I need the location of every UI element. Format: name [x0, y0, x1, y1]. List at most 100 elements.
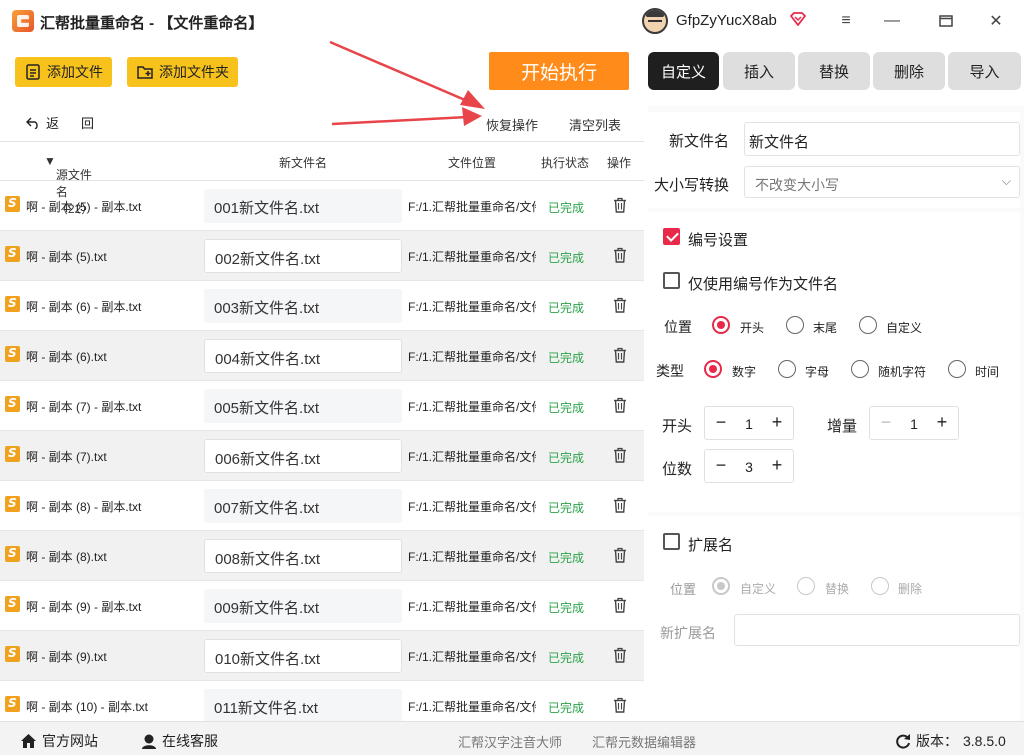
ext-position-custom-radio[interactable] — [712, 577, 730, 595]
type-time-radio[interactable] — [948, 360, 966, 378]
maximize-icon[interactable] — [934, 10, 958, 32]
extension-checkbox[interactable] — [663, 533, 680, 550]
source-filename: 啊 - 副本 (8) - 副本.txt — [26, 500, 142, 514]
tab-insert[interactable]: 插入 — [723, 52, 795, 90]
increment-stepper[interactable]: − 1 + — [869, 406, 959, 440]
back-button[interactable]: 返 回 — [26, 113, 94, 132]
trash-icon[interactable] — [613, 397, 627, 413]
new-filename-field[interactable]: 008新文件名.txt — [204, 539, 402, 573]
table-row[interactable]: 啊 - 副本 (9).txt 010新文件名.txt F:/1.汇帮批量重命名/文件… — [0, 631, 644, 681]
vip-diamond-icon[interactable] — [790, 12, 806, 26]
new-filename-field[interactable]: 005新文件名.txt — [204, 389, 402, 423]
type-number-radio[interactable] — [704, 360, 722, 378]
trash-icon[interactable] — [613, 297, 627, 313]
table-row[interactable]: 啊 - 副本 (5) - 副本.txt 001新文件名.txt F:/1.汇帮批量重… — [0, 181, 644, 231]
table-row[interactable]: 啊 - 副本 (8).txt 008新文件名.txt F:/1.汇帮批量重命名/文件… — [0, 531, 644, 581]
pinyin-tool-link[interactable]: 汇帮汉字注音大师 — [458, 732, 562, 751]
table-row[interactable]: 啊 - 副本 (9) - 副本.txt 009新文件名.txt F:/1.汇帮批量重… — [0, 581, 644, 631]
only-number-checkbox[interactable] — [663, 272, 680, 289]
digits-label: 位数 — [662, 461, 693, 478]
type-random-radio[interactable] — [851, 360, 869, 378]
trash-icon[interactable] — [613, 197, 627, 213]
digits-stepper[interactable]: − 3 + — [704, 449, 794, 483]
increment-icon[interactable]: + — [767, 455, 787, 476]
new-filename-field[interactable]: 003新文件名.txt — [204, 289, 402, 323]
increment-icon[interactable]: + — [767, 412, 787, 433]
tab-custom[interactable]: 自定义 — [648, 52, 719, 90]
trash-icon[interactable] — [613, 347, 627, 363]
table-row[interactable]: 啊 - 副本 (5).txt 002新文件名.txt F:/1.汇帮批量重命名/文件… — [0, 231, 644, 281]
clear-list-button[interactable]: 清空列表 — [569, 115, 621, 134]
table-row[interactable]: 啊 - 副本 (7).txt 006新文件名.txt F:/1.汇帮批量重命名/文件… — [0, 431, 644, 481]
case-select[interactable]: 不改变大小写 ⌵ — [744, 166, 1020, 198]
window-title: 汇帮批量重命名 - 【文件重命名】 — [40, 15, 264, 32]
ext-position-replace-radio[interactable] — [797, 577, 815, 595]
header-status: 执行状态 — [541, 156, 590, 170]
increment-icon[interactable]: + — [932, 412, 952, 433]
trash-icon[interactable] — [613, 497, 627, 513]
new-filename-field[interactable]: 001新文件名.txt — [204, 189, 402, 223]
position-end-radio[interactable] — [786, 316, 804, 334]
add-folder-button[interactable]: 添加文件夹 — [127, 57, 238, 87]
start-label: 开头 — [662, 418, 693, 435]
add-file-button[interactable]: 添加文件 — [15, 57, 112, 87]
new-filename-field[interactable]: 010新文件名.txt — [204, 639, 402, 673]
metadata-tool-link[interactable]: 汇帮元数据编辑器 — [592, 732, 696, 751]
website-link[interactable]: 官方网站 — [20, 731, 98, 751]
trash-icon[interactable] — [613, 697, 627, 713]
minimize-icon[interactable]: — — [880, 10, 904, 32]
position-custom-radio[interactable] — [859, 316, 877, 334]
status-badge: 已完成 — [548, 551, 585, 565]
table-header: ▼ 源文件名（22） 新文件名 文件位置 执行状态 操作 — [0, 141, 644, 216]
menu-icon[interactable]: ≡ — [834, 10, 858, 32]
table-row[interactable]: 啊 - 副本 (7) - 副本.txt 005新文件名.txt F:/1.汇帮批量重… — [0, 381, 644, 431]
status-bar: 官方网站 在线客服 汇帮汉字注音大师 汇帮元数据编辑器 版本： 3.8.5.0 — [0, 721, 1024, 755]
start-button[interactable]: 开始执行 — [489, 52, 629, 90]
tab-import[interactable]: 导入 — [948, 52, 1021, 90]
new-filename-field[interactable]: 002新文件名.txt — [204, 239, 402, 273]
new-filename-field[interactable]: 004新文件名.txt — [204, 339, 402, 373]
username[interactable]: GfpZyYucX8ab — [676, 12, 777, 29]
new-ext-input[interactable] — [734, 614, 1020, 646]
txt-file-icon — [5, 496, 20, 512]
source-filename: 啊 - 副本 (5).txt — [26, 250, 107, 264]
refresh-icon[interactable] — [895, 733, 911, 749]
trash-icon[interactable] — [613, 447, 627, 463]
increment-label: 增量 — [827, 418, 858, 435]
status-badge: 已完成 — [548, 201, 585, 215]
tab-replace[interactable]: 替换 — [798, 52, 870, 90]
file-location: F:/1.汇帮批量重命名/文件 — [408, 250, 536, 264]
source-filename: 啊 - 副本 (6) - 副本.txt — [26, 300, 142, 314]
trash-icon[interactable] — [613, 647, 627, 663]
support-link[interactable]: 在线客服 — [141, 731, 218, 751]
trash-icon[interactable] — [613, 597, 627, 613]
position-custom-label: 自定义 — [886, 321, 923, 335]
restore-button[interactable]: 恢复操作 — [486, 115, 538, 134]
trash-icon[interactable] — [613, 547, 627, 563]
type-letter-radio[interactable] — [778, 360, 796, 378]
txt-file-icon — [5, 546, 20, 562]
position-start-radio[interactable] — [712, 316, 730, 334]
table-row[interactable]: 啊 - 副本 (6) - 副本.txt 003新文件名.txt F:/1.汇帮批量重… — [0, 281, 644, 331]
new-filename-field[interactable]: 006新文件名.txt — [204, 439, 402, 473]
version-label: 版本： — [916, 733, 958, 749]
tab-delete[interactable]: 删除 — [873, 52, 945, 90]
ext-position-delete-radio[interactable] — [871, 577, 889, 595]
trash-icon[interactable] — [613, 247, 627, 263]
status-badge: 已完成 — [548, 451, 585, 465]
type-time-label: 时间 — [975, 365, 1000, 379]
numbering-checkbox[interactable] — [663, 228, 680, 245]
new-filename-field[interactable]: 011新文件名.txt — [204, 689, 402, 721]
table-row[interactable]: 啊 - 副本 (10) - 副本.txt 011新文件名.txt F:/1.汇帮批量… — [0, 681, 644, 721]
start-stepper[interactable]: − 1 + — [704, 406, 794, 440]
source-filename: 啊 - 副本 (6).txt — [26, 350, 107, 364]
new-name-input[interactable]: 新文件名 — [744, 122, 1020, 156]
user-avatar[interactable] — [642, 8, 668, 34]
table-row[interactable]: 啊 - 副本 (6).txt 004新文件名.txt F:/1.汇帮批量重命名/文件… — [0, 331, 644, 381]
ext-position-replace-label: 替换 — [825, 582, 850, 596]
header-source[interactable]: ▼ 源文件名（22） — [44, 154, 93, 216]
table-row[interactable]: 啊 - 副本 (8) - 副本.txt 007新文件名.txt F:/1.汇帮批量重… — [0, 481, 644, 531]
new-filename-field[interactable]: 009新文件名.txt — [204, 589, 402, 623]
close-icon[interactable]: ✕ — [984, 10, 1008, 32]
new-filename-field[interactable]: 007新文件名.txt — [204, 489, 402, 523]
